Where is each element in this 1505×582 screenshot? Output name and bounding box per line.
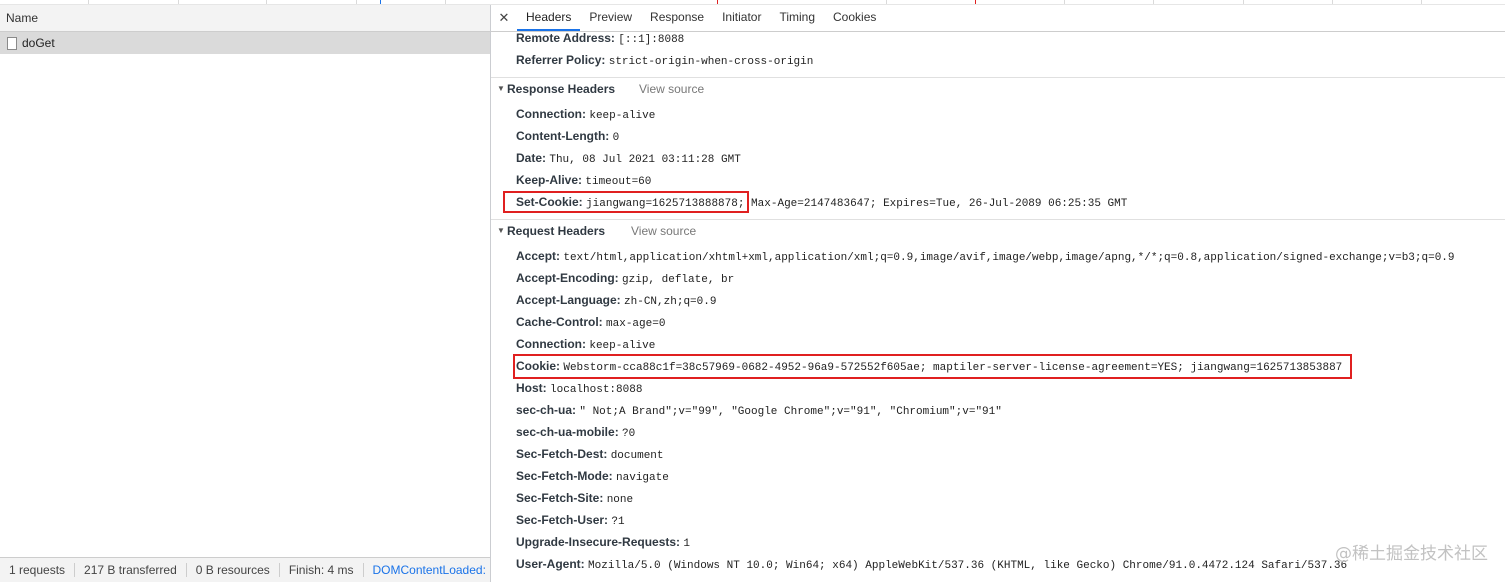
headers-panel: ✕ Headers Preview Response Initiator Tim… (491, 5, 1505, 582)
response-headers-section: ▼ Response Headers View source (491, 77, 1505, 100)
header-line: Content-Length: 0 (516, 126, 619, 146)
request-headers-title[interactable]: Request Headers (507, 220, 605, 242)
header-value: text/html,application/xhtml+xml,applicat… (563, 252, 1455, 264)
header-line: Accept-Encoding: gzip, deflate, br (516, 268, 734, 288)
header-line: Sec-Fetch-Site: none (516, 488, 633, 508)
close-icon[interactable]: ✕ (491, 5, 517, 31)
resources-size: 0 B resources (187, 563, 280, 577)
header-line: Sec-Fetch-User: ?1 (516, 510, 625, 530)
request-list-panel: Name doGet 1 requests 217 B transferred … (0, 5, 491, 582)
header-value: ?1 (611, 516, 625, 528)
cookie-highlight-box (513, 354, 1352, 379)
header-value: keep-alive (589, 110, 656, 122)
header-value: gzip, deflate, br (622, 274, 735, 286)
header-key: Connection: (516, 107, 586, 121)
header-line: Connection: keep-alive (516, 334, 655, 354)
header-line: Accept: text/html,application/xhtml+xml,… (516, 246, 1455, 266)
header-key: Cache-Control: (516, 315, 603, 329)
header-key: User-Agent: (516, 557, 585, 571)
header-value: none (606, 494, 634, 506)
header-value: navigate (616, 472, 669, 484)
header-value: zh-CN,zh;q=0.9 (624, 296, 717, 308)
dom-content-loaded: DOMContentLoaded: 1 (372, 563, 491, 577)
header-value: [::1]:8088 (618, 34, 685, 46)
name-column-header[interactable]: Name (0, 5, 490, 32)
header-line: sec-ch-ua-mobile: ?0 (516, 422, 635, 442)
request-headers-section: ▼ Request Headers View source (491, 219, 1505, 242)
header-value: keep-alive (589, 340, 656, 352)
request-view-source-link[interactable]: View source (631, 220, 696, 242)
header-key: Accept-Encoding: (516, 271, 619, 285)
header-key: Sec-Fetch-Dest: (516, 447, 608, 461)
tab-cookies[interactable]: Cookies (824, 5, 885, 31)
finish-time: Finish: 4 ms (280, 563, 364, 577)
expand-triangle-icon[interactable]: ▼ (497, 220, 505, 242)
tab-initiator[interactable]: Initiator (713, 5, 770, 31)
header-line: User-Agent: Mozilla/5.0 (Windows NT 10.0… (516, 554, 1347, 574)
header-value: ?0 (622, 428, 636, 440)
request-name: doGet (22, 36, 55, 50)
header-line: Upgrade-Insecure-Requests: 1 (516, 532, 690, 552)
header-key: Date: (516, 151, 547, 165)
header-value: 0 (612, 132, 620, 144)
header-value: timeout=60 (585, 176, 652, 188)
header-value: strict-origin-when-cross-origin (608, 56, 814, 68)
document-icon (7, 36, 17, 50)
header-key: Content-Length: (516, 129, 610, 143)
header-value: 1 (683, 538, 690, 550)
header-value: Mozilla/5.0 (Windows NT 10.0; Win64; x64… (588, 560, 1348, 572)
header-line: Date: Thu, 08 Jul 2021 03:11:28 GMT (516, 148, 741, 168)
header-line: Accept-Language: zh-CN,zh;q=0.9 (516, 290, 716, 310)
header-line: Cache-Control: max-age=0 (516, 312, 665, 332)
tab-timing[interactable]: Timing (770, 5, 824, 31)
network-status-bar: 1 requests 217 B transferred 0 B resourc… (0, 557, 490, 582)
header-key: Connection: (516, 337, 586, 351)
header-key: Remote Address: (516, 31, 615, 45)
header-line: Sec-Fetch-Dest: document (516, 444, 664, 464)
header-value: max-age=0 (606, 318, 666, 330)
transferred-size: 217 B transferred (75, 563, 187, 577)
header-line: Host: localhost:8088 (516, 378, 642, 398)
header-key: Sec-Fetch-Mode: (516, 469, 613, 483)
header-key: Keep-Alive: (516, 173, 583, 187)
header-value: " Not;A Brand";v="99", "Google Chrome";v… (579, 406, 1002, 418)
header-key: Sec-Fetch-User: (516, 513, 609, 527)
watermark: @稀土掘金技术社区 (1335, 544, 1488, 564)
response-headers-title[interactable]: Response Headers (507, 78, 615, 100)
requests-count: 1 requests (0, 563, 76, 577)
header-key: Accept: (516, 249, 561, 263)
header-line-remote-address: Remote Address: [::1]:8088 (516, 28, 684, 48)
header-value: localhost:8088 (550, 384, 643, 396)
header-line: Sec-Fetch-Mode: navigate (516, 466, 669, 486)
header-line: Keep-Alive: timeout=60 (516, 170, 651, 190)
set-cookie-highlight-box (503, 191, 749, 213)
header-key: Host: (516, 381, 547, 395)
header-value: Thu, 08 Jul 2021 03:11:28 GMT (549, 154, 741, 166)
header-value: document (610, 450, 664, 462)
header-line: sec-ch-ua: " Not;A Brand";v="99", "Googl… (516, 400, 1002, 420)
header-line-referrer-policy: Referrer Policy: strict-origin-when-cros… (516, 50, 813, 70)
request-row[interactable]: doGet (0, 32, 490, 54)
header-line: Connection: keep-alive (516, 104, 655, 124)
expand-triangle-icon[interactable]: ▼ (497, 78, 505, 100)
header-key: Referrer Policy: (516, 53, 606, 67)
header-key: sec-ch-ua-mobile: (516, 425, 619, 439)
header-key: sec-ch-ua: (516, 403, 577, 417)
header-key: Sec-Fetch-Site: (516, 491, 604, 505)
header-key: Upgrade-Insecure-Requests: (516, 535, 681, 549)
response-view-source-link[interactable]: View source (639, 78, 704, 100)
header-key: Accept-Language: (516, 293, 621, 307)
